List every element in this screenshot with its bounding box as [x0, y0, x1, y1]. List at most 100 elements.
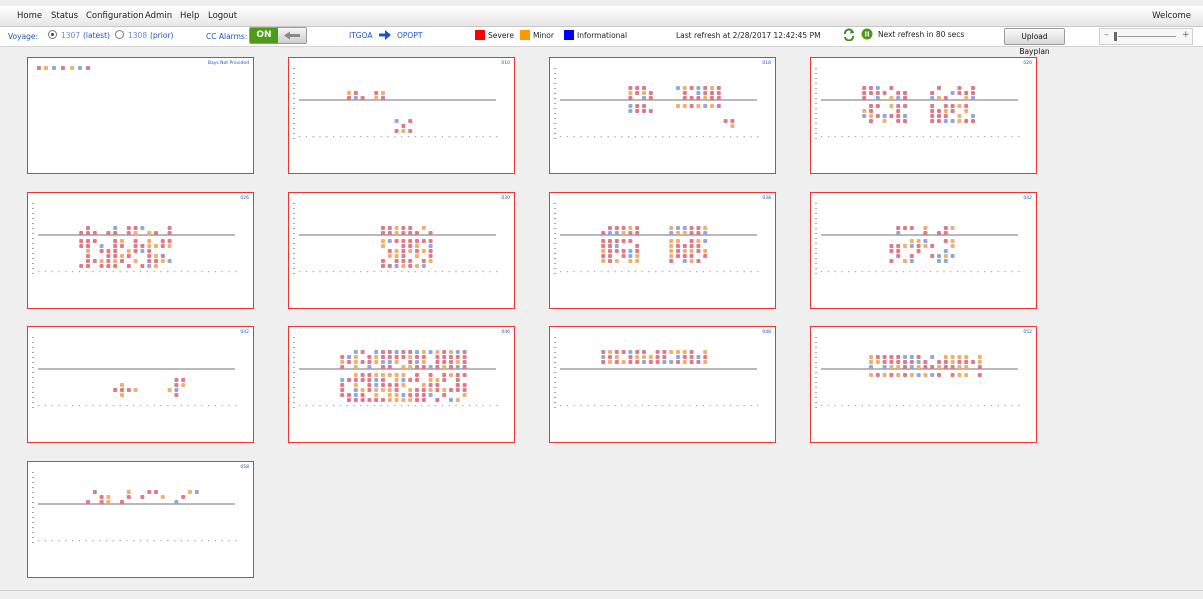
bay-cell: [655, 360, 660, 364]
bay-card-3[interactable]: 026: [810, 57, 1037, 174]
bay-cell: [449, 350, 453, 354]
bay-cell: [601, 355, 606, 359]
axis-tick: [855, 405, 857, 407]
voyage-prior-radio[interactable]: [115, 30, 124, 39]
axis-tick: [32, 203, 34, 204]
menu-item-admin[interactable]: Admin: [145, 11, 172, 21]
bay-card-4[interactable]: 026: [27, 192, 254, 309]
pause-icon[interactable]: [861, 28, 873, 40]
axis-tick: [815, 113, 817, 114]
bay-cell: [133, 231, 138, 235]
bay-cell: [889, 360, 894, 364]
bay-card-7[interactable]: 042: [810, 192, 1037, 309]
bay-cell: [415, 398, 419, 402]
axis-tick: [32, 248, 34, 249]
zoom-out-icon[interactable]: –: [1104, 30, 1109, 40]
bay-card-0[interactable]: Bays Not Provided: [27, 57, 254, 174]
bay-cell: [133, 249, 138, 253]
bay-cell: [167, 231, 172, 235]
zoom-slider[interactable]: – +: [1099, 28, 1193, 45]
cc-alarms-toggle[interactable]: ON: [249, 27, 307, 44]
bay-cell: [435, 360, 440, 364]
bay-cell: [875, 355, 880, 359]
axis-tick: [32, 352, 34, 353]
bay-cell: [387, 388, 392, 392]
axis-tick: [32, 253, 34, 254]
zoom-slider-thumb[interactable]: [1114, 32, 1117, 41]
bay-cell: [875, 373, 880, 377]
bay-cell: [408, 365, 413, 369]
axis-tick: [455, 271, 457, 273]
bay-cell: [462, 360, 467, 364]
menu-item-help[interactable]: Help: [180, 11, 199, 21]
axis-tick: [326, 271, 328, 273]
bay-label: 048: [762, 330, 771, 335]
axis-tick: [815, 253, 817, 254]
bay-card-6[interactable]: 038: [549, 192, 776, 309]
bay-card-1[interactable]: 010: [288, 57, 515, 174]
bay-card-5[interactable]: 030: [288, 192, 515, 309]
axis-tick: [1018, 271, 1020, 273]
bay-cell: [435, 355, 440, 359]
menu-item-configuration[interactable]: Configuration: [86, 11, 144, 21]
voyage-latest-number[interactable]: 1307: [61, 31, 80, 40]
bay-cell: [401, 129, 406, 133]
bay-card-11[interactable]: 052: [810, 326, 1037, 443]
axis-tick: [957, 136, 959, 138]
axis-tick: [32, 497, 34, 498]
menu-item-logout[interactable]: Logout: [208, 11, 237, 21]
axis-tick: [554, 402, 556, 403]
bay-cell: [950, 373, 955, 377]
bay-cell: [415, 231, 419, 235]
axis-tick: [709, 405, 711, 407]
zoom-in-icon[interactable]: +: [1182, 30, 1190, 40]
bay-cell: [642, 91, 646, 95]
axis-tick: [882, 271, 884, 273]
axis-tick: [180, 405, 182, 407]
upload-bayplan-button[interactable]: Upload Bayplan: [1004, 28, 1065, 56]
bay-cell: [86, 254, 90, 258]
bay-cell: [696, 360, 701, 364]
bay-cell: [147, 264, 152, 268]
axis-tick: [815, 407, 817, 408]
bay-card-12[interactable]: 058: [27, 461, 254, 578]
axis-tick: [815, 258, 817, 259]
axis-tick: [815, 233, 817, 234]
bay-cell: [648, 96, 653, 100]
voyage-prior-number[interactable]: 1308: [128, 31, 147, 40]
bay-cell: [930, 365, 935, 369]
bay-cell: [401, 124, 406, 128]
axis-tick: [140, 540, 142, 542]
bay-cell: [160, 244, 165, 248]
bay-card-9[interactable]: 046: [288, 326, 515, 443]
axis-tick: [293, 342, 295, 343]
axis-tick: [573, 271, 575, 273]
axis-tick: [950, 271, 952, 273]
axis-tick: [675, 405, 677, 407]
axis-tick: [293, 73, 295, 74]
bay-cell: [421, 393, 426, 397]
bay-card-10[interactable]: 048: [549, 326, 776, 443]
bay-card-8[interactable]: 042: [27, 326, 254, 443]
bay-cell: [367, 398, 372, 402]
bay-cell: [360, 378, 365, 382]
bay-cell: [367, 355, 372, 359]
bay-card-2[interactable]: 018: [549, 57, 776, 174]
bay-cell: [133, 259, 138, 263]
bay-cell: [347, 378, 351, 382]
voyage-latest-radio[interactable]: [48, 30, 57, 39]
menu-item-status[interactable]: Status: [51, 11, 78, 21]
bay-cell: [696, 249, 701, 253]
bay-cell: [608, 254, 612, 258]
bay-cell: [971, 119, 975, 123]
refresh-icon[interactable]: [842, 28, 856, 41]
menu-item-home[interactable]: Home: [17, 11, 42, 21]
axis-tick: [560, 136, 562, 138]
axis-tick: [421, 271, 423, 273]
axis-tick: [600, 136, 602, 138]
bay-cell: [669, 231, 674, 235]
bay-cell: [421, 365, 426, 369]
bay-cell: [340, 388, 345, 392]
axis-tick: [38, 271, 40, 273]
axis-tick: [554, 352, 556, 353]
